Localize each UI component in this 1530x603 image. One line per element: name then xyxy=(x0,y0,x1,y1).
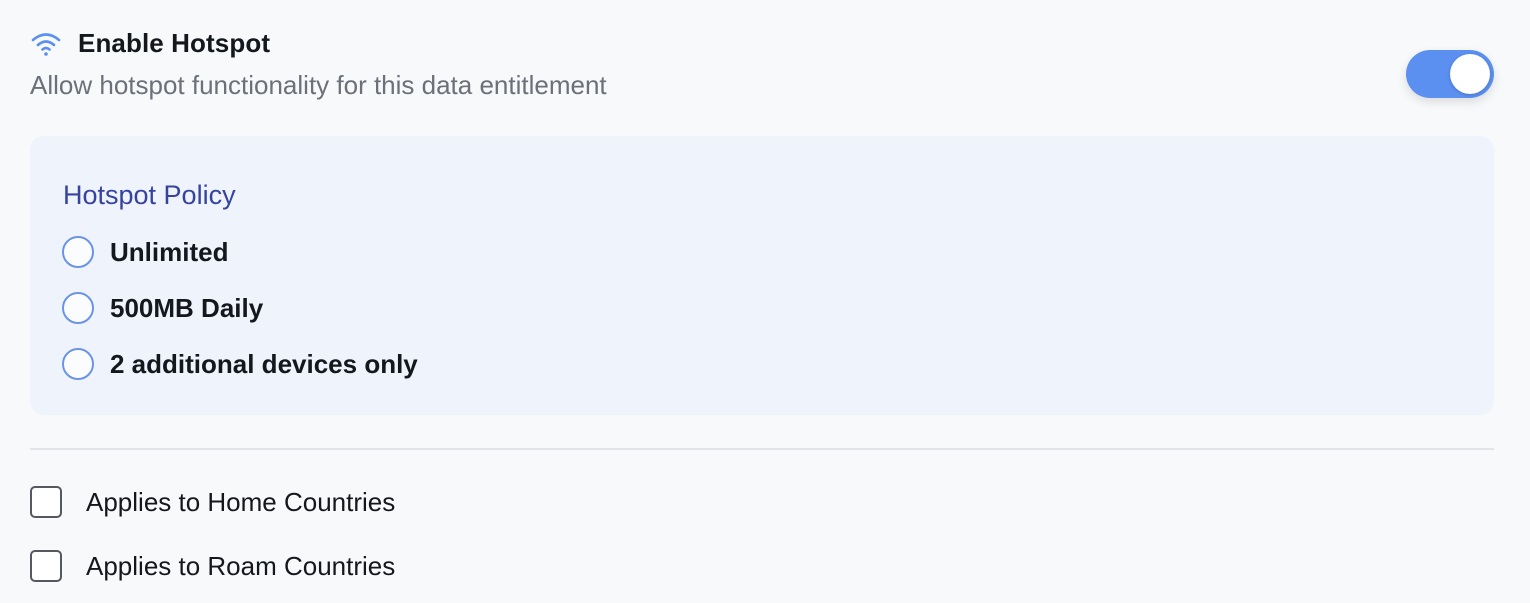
hotspot-settings-panel: Enable Hotspot Allow hotspot functionali… xyxy=(0,0,1530,603)
toggle-knob xyxy=(1450,54,1490,94)
policy-option-500mb-daily[interactable]: 500MB Daily xyxy=(62,292,263,324)
hotspot-description: Allow hotspot functionality for this dat… xyxy=(30,70,607,100)
radio-button[interactable] xyxy=(62,348,94,380)
section-divider xyxy=(30,448,1494,450)
hotspot-policy-card: Hotspot Policy Unlimited 500MB Daily 2 a… xyxy=(30,136,1494,415)
hotspot-title: Enable Hotspot xyxy=(78,28,271,58)
policy-option-2-devices[interactable]: 2 additional devices only xyxy=(62,348,418,380)
home-countries-checkbox[interactable] xyxy=(30,486,62,518)
policy-option-label: 500MB Daily xyxy=(110,292,264,323)
policy-option-unlimited[interactable]: Unlimited xyxy=(62,236,228,268)
roam-countries-label: Applies to Roam Countries xyxy=(86,550,396,581)
radio-button[interactable] xyxy=(62,292,94,324)
applies-home-countries[interactable]: Applies to Home Countries xyxy=(30,486,395,518)
radio-button[interactable] xyxy=(62,236,94,268)
roam-countries-checkbox[interactable] xyxy=(30,550,62,582)
enable-hotspot-toggle[interactable] xyxy=(1406,50,1494,98)
hotspot-policy-title: Hotspot Policy xyxy=(63,180,236,210)
home-countries-label: Applies to Home Countries xyxy=(86,486,396,517)
wifi-icon xyxy=(30,30,62,58)
hotspot-header: Enable Hotspot xyxy=(30,28,270,59)
applies-roam-countries[interactable]: Applies to Roam Countries xyxy=(30,550,395,582)
policy-option-label: Unlimited xyxy=(110,236,229,267)
policy-option-label: 2 additional devices only xyxy=(110,348,418,379)
